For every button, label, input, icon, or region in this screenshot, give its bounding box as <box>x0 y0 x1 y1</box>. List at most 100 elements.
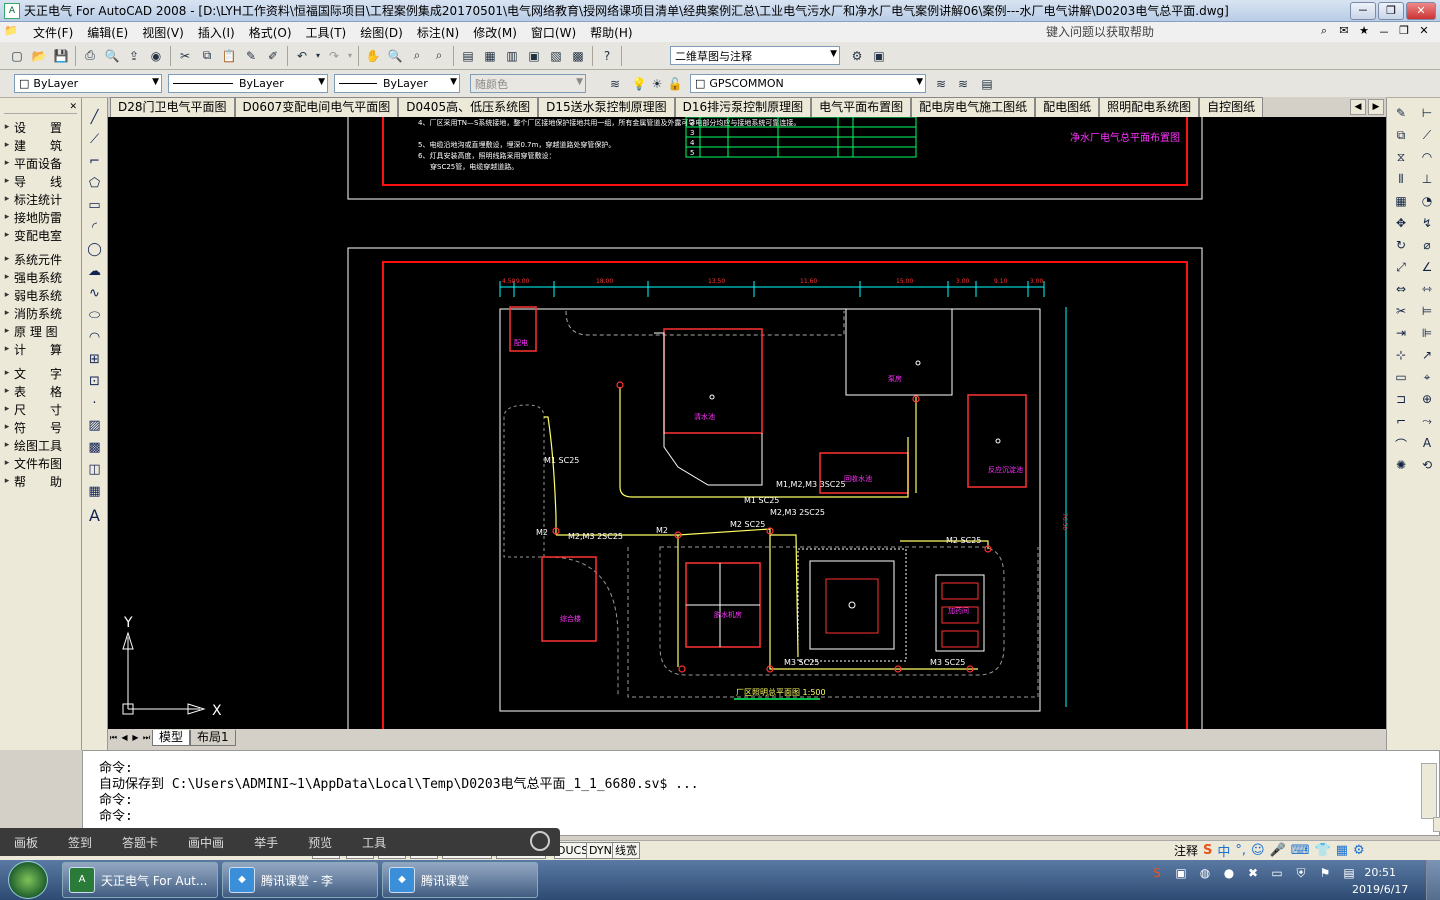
tab-layout1[interactable]: 布局1 <box>190 729 236 746</box>
sogou-ime-icon[interactable]: S <box>1203 843 1212 858</box>
minimize-button[interactable]: － <box>1350 1 1376 20</box>
redo-icon[interactable]: ↷ <box>324 46 344 66</box>
qq-signin[interactable]: 签到 <box>68 834 92 851</box>
tangent-menu-item[interactable]: ▸ 符 号 <box>0 418 81 436</box>
tolerance-icon[interactable]: ⌖ <box>1424 370 1431 392</box>
tangent-menu-item[interactable]: ▸ 标注统计 <box>0 190 81 208</box>
hatch-icon[interactable]: ▨ <box>85 418 105 440</box>
sun-icon[interactable]: ☀ <box>647 74 667 94</box>
tangent-menu-item[interactable]: ▸ 强电系统 <box>0 268 81 286</box>
tangent-menu-item[interactable]: ▸ 表 格 <box>0 382 81 400</box>
tangent-menu-item[interactable]: ▸ 文 字 <box>0 364 81 382</box>
sheet-set-icon[interactable]: ▣ <box>524 46 544 66</box>
polyline-icon[interactable]: ⌐ <box>85 154 105 176</box>
tangent-menu-item[interactable]: ▸ 计 算 <box>0 340 81 358</box>
properties-icon[interactable]: ▤ <box>458 46 478 66</box>
annotation-label[interactable]: 注释 <box>1174 842 1198 859</box>
blockedit-icon[interactable]: ✐ <box>263 46 283 66</box>
taskbar-item-classroom-2[interactable]: ◆ 腾讯课堂 <box>382 862 538 898</box>
tangent-menu-item[interactable]: ▸ 建 筑 <box>0 136 81 154</box>
tab-model[interactable]: 模型 <box>152 729 191 746</box>
menu-modify[interactable]: 修改(M) <box>466 24 524 41</box>
clock[interactable]: 20:51 2019/6/17 <box>1352 864 1408 898</box>
doc-close-button[interactable]: ✕ <box>1416 24 1432 39</box>
favorites-icon[interactable]: ★ <box>1356 24 1372 39</box>
dim-baseline-icon[interactable]: ⊨ <box>1422 304 1432 326</box>
dim-jogged-icon[interactable]: ↯ <box>1422 216 1432 238</box>
menu-file[interactable]: 文件(F) <box>26 24 80 41</box>
mirror-icon[interactable]: ⧖ <box>1397 150 1405 172</box>
tab-d15[interactable]: D15送水泵控制原理图 <box>538 97 675 117</box>
plotstyle-select[interactable]: 随颜色 ▼ <box>470 74 586 93</box>
lightbulb-icon[interactable]: 💡 <box>629 74 649 94</box>
qq-pip[interactable]: 画中画 <box>188 834 224 851</box>
tangent-menu-item[interactable]: ▸ 帮 助 <box>0 472 81 490</box>
ime-mode[interactable]: 中 <box>1217 841 1230 860</box>
tab-d28[interactable]: D28门卫电气平面图 <box>110 97 235 117</box>
undo-dropdown-icon[interactable]: ▾ <box>314 46 322 66</box>
show-desktop-button[interactable] <box>1426 860 1440 900</box>
qq-tools[interactable]: 工具 <box>362 834 386 851</box>
arc-icon[interactable]: ◜ <box>85 220 105 242</box>
menu-help[interactable]: 帮助(H) <box>583 24 639 41</box>
search-icon[interactable]: ⌕ <box>1316 24 1332 39</box>
rotate-icon[interactable]: ↻ <box>1396 238 1406 260</box>
taskbar-item-classroom-1[interactable]: ◆ 腾讯课堂 - 李 <box>222 862 378 898</box>
qq-answer[interactable]: 答题卡 <box>122 834 158 851</box>
ellipse-icon[interactable]: ⬭ <box>85 308 105 330</box>
workspace-settings-icon[interactable]: ⚙ <box>847 46 867 66</box>
tangent-menu-item[interactable]: ▸ 绘图工具 <box>0 436 81 454</box>
fillet-icon[interactable]: ⌒ <box>1395 436 1407 458</box>
menu-edit[interactable]: 编辑(E) <box>80 24 135 41</box>
calculator-icon[interactable]: ▩ <box>568 46 588 66</box>
zoom-realtime-icon[interactable]: 🔍 <box>385 46 405 66</box>
point-icon[interactable]: · <box>85 396 105 418</box>
security-shield-icon[interactable]: ⛨ <box>1292 866 1310 884</box>
dim-edit-icon[interactable]: ⤳ <box>1422 414 1432 436</box>
qq-board[interactable]: 画板 <box>14 834 38 851</box>
panel-close-icon[interactable]: ✕ <box>69 102 77 112</box>
first-layout-icon[interactable]: ⏮ <box>108 733 119 743</box>
cut-icon[interactable]: ✂ <box>175 46 195 66</box>
tab-d0607[interactable]: D0607变配电间电气平面图 <box>234 97 399 117</box>
paste-icon[interactable]: 📋 <box>219 46 239 66</box>
tangent-menu-item[interactable]: ▸ 弱电系统 <box>0 286 81 304</box>
redo-dropdown-icon[interactable]: ▾ <box>346 46 354 66</box>
layer-select[interactable]: □ GPSCOMMON ▼ <box>690 74 926 93</box>
line-icon[interactable]: ╱ <box>85 110 105 132</box>
autocad-icon[interactable]: A <box>4 2 20 19</box>
restore-button[interactable]: ❐ <box>1378 1 1404 20</box>
lineweight-select[interactable]: ByLayer ▼ <box>334 74 460 93</box>
table-icon[interactable]: ▦ <box>85 484 105 506</box>
tool-palettes-icon[interactable]: ▥ <box>502 46 522 66</box>
mic-icon[interactable]: 🎤 <box>1270 843 1286 858</box>
tangent-menu-item[interactable]: ▸ 文件布图 <box>0 454 81 472</box>
save-icon[interactable]: 💾 <box>51 46 71 66</box>
new-icon[interactable]: ▢ <box>7 46 27 66</box>
matchprop-icon[interactable]: ✎ <box>241 46 261 66</box>
web-icon[interactable]: ◉ <box>146 46 166 66</box>
menu-window[interactable]: 窗口(W) <box>524 24 583 41</box>
antivirus-icon[interactable]: ◍ <box>1196 866 1214 884</box>
menu-insert[interactable]: 插入(I) <box>191 24 242 41</box>
pan-icon[interactable]: ✋ <box>363 46 383 66</box>
start-button[interactable] <box>8 861 48 899</box>
last-layout-icon[interactable]: ⏭ <box>141 733 152 743</box>
menu-view[interactable]: 视图(V) <box>135 24 191 41</box>
move-icon[interactable]: ✥ <box>1396 216 1406 238</box>
taskbar-item-autocad[interactable]: A 天正电气 For Aut... <box>62 862 218 898</box>
mute-icon[interactable]: ✖ <box>1244 866 1262 884</box>
color-layer-select[interactable]: □ ByLayer ▼ <box>14 74 162 93</box>
construction-line-icon[interactable]: ⟋ <box>85 132 105 154</box>
tab-next-icon[interactable]: ▶ <box>1368 99 1384 115</box>
dim-radius-icon[interactable]: ◔ <box>1422 194 1432 216</box>
dim-aligned-icon[interactable]: ⟋ <box>1423 128 1431 150</box>
close-button[interactable]: ✕ <box>1406 1 1436 20</box>
menu-dimension[interactable]: 标注(N) <box>410 24 466 41</box>
make-block-icon[interactable]: ⊡ <box>85 374 105 396</box>
tab-distribution[interactable]: 配电图纸 <box>1035 97 1100 117</box>
tab-d0405[interactable]: D0405高、低压系统图 <box>398 97 539 117</box>
insert-block-icon[interactable]: ⊞ <box>85 352 105 374</box>
next-layout-icon[interactable]: ▶ <box>130 733 141 742</box>
tangent-menu-item[interactable]: ▸ 尺 寸 <box>0 400 81 418</box>
